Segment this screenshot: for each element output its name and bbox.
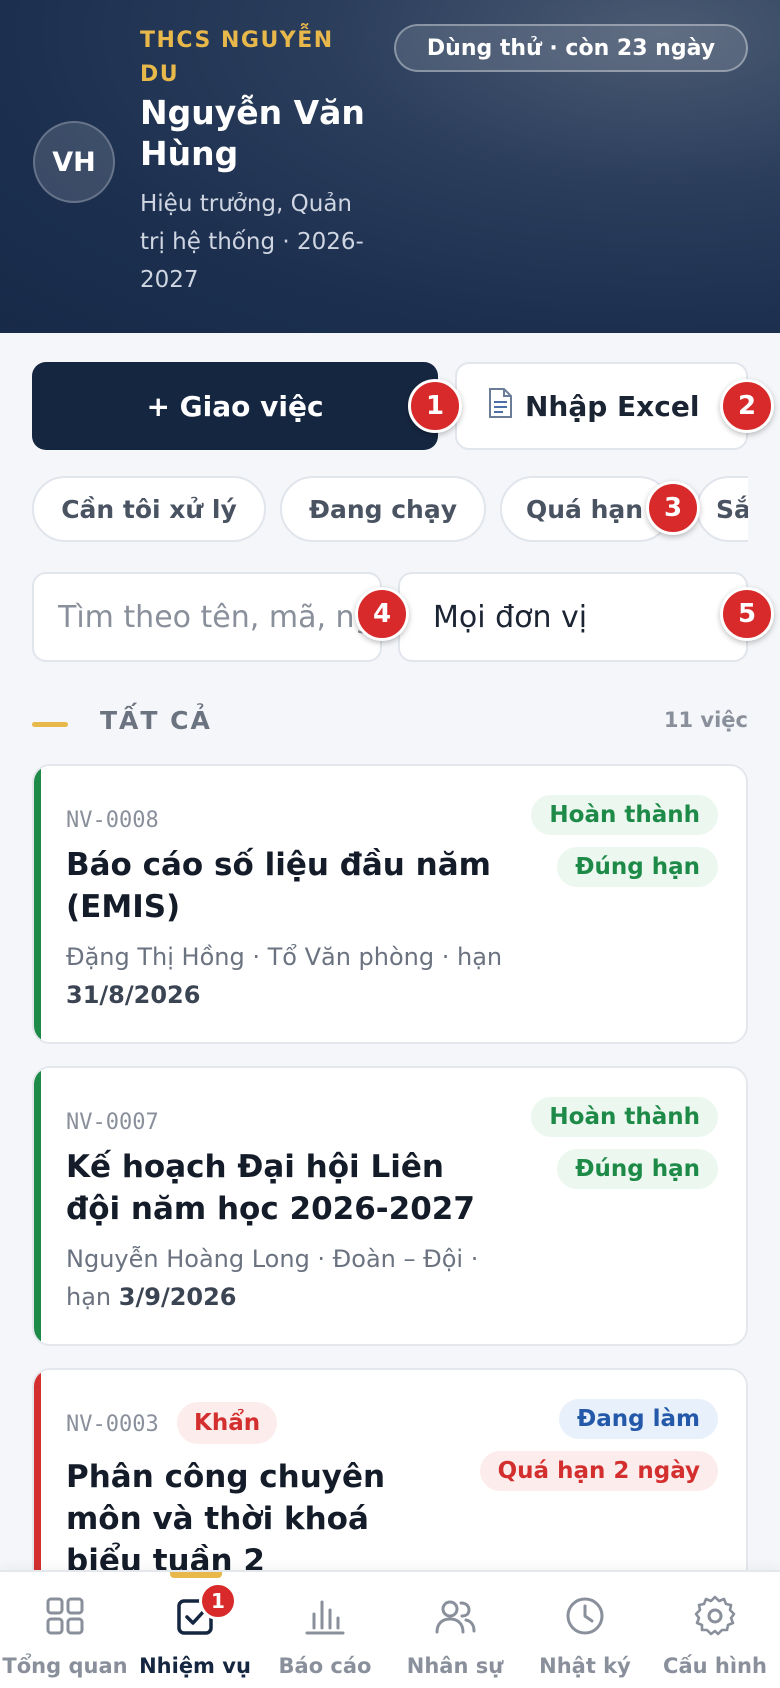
user-role: Hiệu trưởng, Quản trị hệ thống · 2026-20… (140, 191, 364, 293)
bottom-navigation: 1 Tổng quan Nhiệm vụ Báo cáo Nhân sự Nhậ… (0, 1570, 780, 1688)
clock-icon (566, 1597, 604, 1635)
profile-header: VH THCS NGUYỄN DU Nguyễn Văn Hùng Hiệu t… (0, 0, 780, 333)
trial-badge[interactable]: Dùng thử · còn 23 ngày (394, 24, 748, 72)
assign-task-button[interactable]: + Giao việc (32, 362, 438, 450)
import-excel-button[interactable]: Nhập Excel (455, 362, 748, 450)
unit-select[interactable]: Mọi đơn vị (398, 572, 748, 662)
status-badge: Đang làm (558, 1399, 718, 1439)
nav-label: Cấu hình (663, 1654, 767, 1678)
notification-badge: 1 (199, 1582, 237, 1620)
nav-label: Tổng quan (2, 1654, 128, 1678)
nav-label: Nhân sự (406, 1654, 504, 1678)
status-badge: Hoàn thành (531, 795, 718, 835)
marker-4: 4 (355, 587, 409, 641)
avatar[interactable]: VH (33, 121, 115, 203)
school-name: THCS NGUYỄN DU (140, 28, 334, 87)
task-due: 31/8/2026 (66, 981, 201, 1009)
task-title: Kế hoạch Đại hội Liên đội năm học 2026-2… (66, 1149, 475, 1227)
task-title: Phân công chuyên môn và thời khoá biểu t… (66, 1459, 386, 1579)
chip-needs-me[interactable]: Cần tôi xử lý (32, 476, 266, 542)
timing-badge: Đúng hạn (557, 1149, 718, 1189)
task-title: Báo cáo số liệu đầu năm (EMIS) (66, 847, 491, 925)
nav-label: Nhật ký (539, 1654, 631, 1678)
urgent-badge: Khẩn (177, 1402, 278, 1444)
chip-upcoming[interactable]: Sắp (696, 476, 748, 542)
timing-badge: Đúng hạn (557, 847, 718, 887)
marker-5: 5 (720, 587, 774, 641)
import-excel-label: Nhập Excel (525, 389, 700, 423)
marker-1: 1 (408, 379, 462, 433)
nav-log[interactable]: Nhật ký (520, 1572, 650, 1688)
filter-chips: Cần tôi xử lý Đang chạy Quá hạn Sắp (32, 476, 748, 544)
nav-staff[interactable]: Nhân sự (390, 1572, 520, 1688)
task-count: 11 việc (663, 708, 748, 732)
document-icon (487, 387, 513, 425)
bar-chart-icon (305, 1600, 345, 1635)
nav-tasks[interactable]: Nhiệm vụ (130, 1572, 260, 1688)
search-input[interactable] (58, 599, 380, 635)
task-code: NV-0003 (66, 1412, 159, 1437)
grid-icon (46, 1597, 84, 1635)
task-code: NV-0007 (66, 1110, 159, 1135)
nav-label: Báo cáo (278, 1654, 372, 1678)
marker-2: 2 (720, 379, 774, 433)
users-icon (435, 1600, 476, 1634)
task-meta: Đặng Thị Hồng · Tổ Văn phòng · hạn 31/8/… (66, 943, 503, 1009)
user-name: Nguyễn Văn Hùng (140, 93, 365, 173)
nav-label: Nhiệm vụ (139, 1654, 251, 1678)
nav-settings[interactable]: Cấu hình (650, 1572, 780, 1688)
task-card[interactable]: NV-0008 Báo cáo số liệu đầu năm (EMIS) Đ… (32, 764, 748, 1044)
task-code: NV-0008 (66, 808, 159, 833)
search-field[interactable] (32, 572, 382, 662)
marker-3: 3 (646, 481, 700, 535)
task-meta: Nguyễn Hoàng Long · Đoàn – Đội · hạn 3/9… (66, 1245, 479, 1311)
section-title: TẤT CẢ (100, 706, 212, 735)
chip-running[interactable]: Đang chạy (280, 476, 486, 542)
task-due: 3/9/2026 (118, 1283, 237, 1311)
task-card[interactable]: NV-0007 Kế hoạch Đại hội Liên đội năm họ… (32, 1066, 748, 1346)
nav-reports[interactable]: Báo cáo (260, 1572, 390, 1688)
gear-icon (694, 1595, 736, 1636)
timing-badge: Quá hạn 2 ngày (479, 1451, 718, 1491)
nav-overview[interactable]: Tổng quan (0, 1572, 130, 1688)
section-accent (32, 722, 68, 727)
status-badge: Hoàn thành (531, 1097, 718, 1137)
